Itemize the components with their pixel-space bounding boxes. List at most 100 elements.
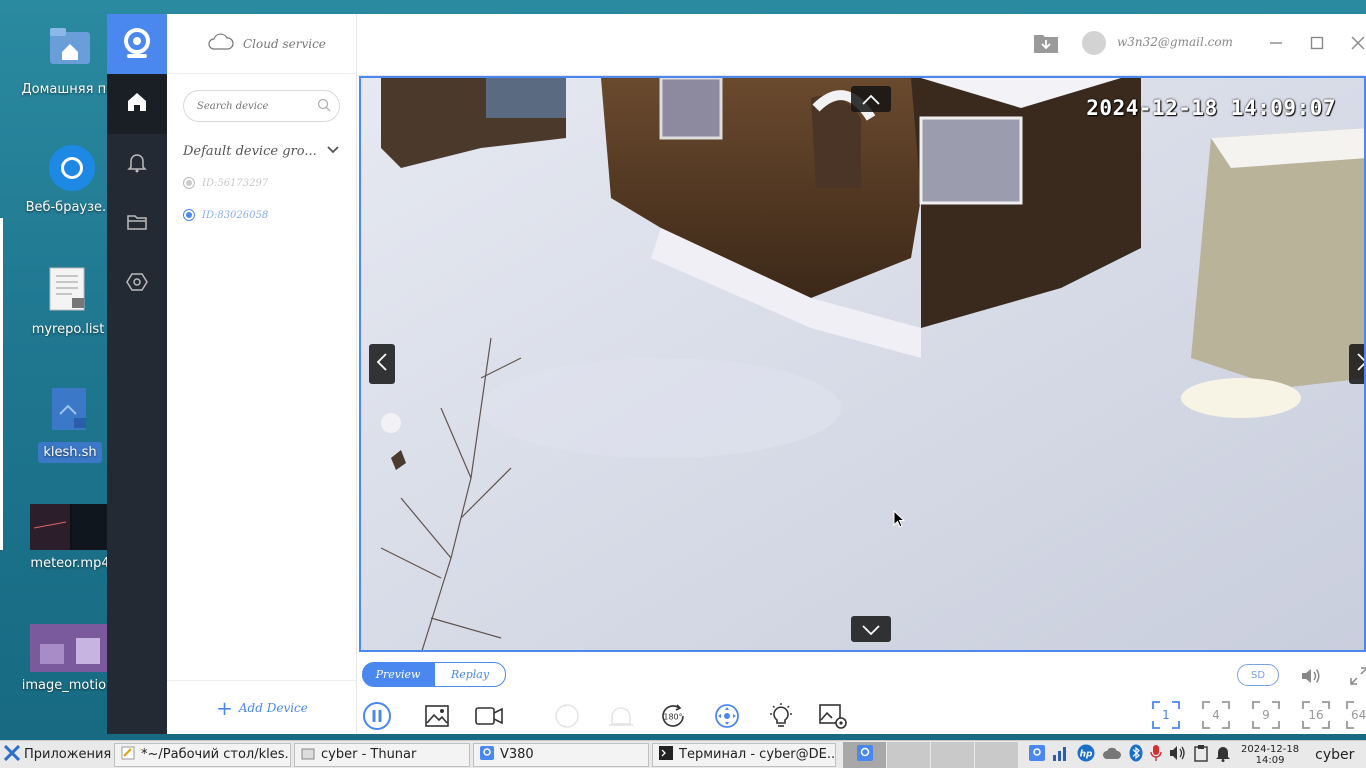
desktop-icon-browser[interactable]: Веб-браузе... bbox=[20, 144, 120, 215]
tab-replay[interactable]: Replay bbox=[434, 662, 506, 687]
talk-icon[interactable] bbox=[551, 700, 583, 732]
chevron-down-icon[interactable] bbox=[326, 144, 340, 159]
v380-app-icon bbox=[856, 744, 873, 765]
mouse-cursor-icon bbox=[893, 509, 906, 532]
minimize-icon bbox=[1269, 35, 1283, 54]
desktop-icon-myrepo[interactable]: myrepo.list bbox=[18, 266, 118, 337]
network-bars-icon[interactable] bbox=[1052, 745, 1070, 765]
desktop-icon-label: meteor.mp4 bbox=[30, 556, 110, 571]
light-bulb-icon[interactable] bbox=[765, 700, 797, 732]
search-icon[interactable] bbox=[317, 97, 331, 116]
maximize-button[interactable] bbox=[1305, 32, 1329, 56]
device-search[interactable] bbox=[183, 90, 340, 122]
close-button[interactable] bbox=[1346, 32, 1366, 56]
task-label: *~/Рабочий стол/kles... bbox=[141, 747, 291, 762]
clock-date: 2024-12-18 bbox=[1241, 743, 1300, 755]
locked-script-file-icon bbox=[48, 386, 92, 436]
search-input[interactable] bbox=[197, 100, 317, 112]
top-bar: w3n32@gmail.com bbox=[357, 14, 1366, 76]
xfce-logo-icon bbox=[3, 744, 21, 765]
workspace-2[interactable] bbox=[887, 741, 931, 768]
pan-up-button[interactable] bbox=[851, 86, 891, 112]
text-editor-icon bbox=[121, 746, 135, 764]
quality-toggle[interactable]: SD bbox=[1237, 664, 1279, 686]
taskbar: Приложения ⋮ *~/Рабочий стол/kles... cyb… bbox=[0, 740, 1366, 768]
device-group-header[interactable]: Default device gro... bbox=[167, 144, 356, 159]
cloud-sync-icon[interactable] bbox=[1102, 746, 1122, 764]
desktop-icon-image-motion[interactable]: image_motio... bbox=[20, 624, 120, 693]
v380-window: Cloud service Default device gro... ID:5… bbox=[107, 14, 1366, 734]
desktop-icon-home[interactable]: Домашняя п... bbox=[20, 26, 120, 97]
applications-menu[interactable]: Приложения ⋮ bbox=[0, 741, 128, 768]
tab-preview[interactable]: Preview bbox=[362, 662, 434, 687]
pan-down-button[interactable] bbox=[851, 616, 891, 642]
device-id: ID:83026058 bbox=[202, 209, 269, 221]
plus-icon: + bbox=[216, 695, 233, 720]
nav-files[interactable] bbox=[107, 194, 167, 254]
task-label: cyber - Thunar bbox=[321, 747, 417, 762]
split-9-button[interactable]: 9 bbox=[1251, 700, 1281, 730]
cloud-service-link[interactable]: Cloud service bbox=[167, 14, 356, 74]
applications-label: Приложения bbox=[24, 747, 112, 762]
record-icon[interactable] bbox=[473, 700, 505, 732]
split-frame-icon bbox=[1152, 701, 1180, 729]
split-1-button[interactable]: 1 bbox=[1151, 700, 1181, 730]
bell-icon bbox=[126, 151, 148, 177]
task-v380[interactable]: V380 bbox=[473, 742, 649, 767]
snapshot-icon[interactable] bbox=[421, 700, 453, 732]
maximize-icon bbox=[1310, 35, 1324, 54]
task-file-manager[interactable]: cyber - Thunar bbox=[294, 742, 470, 767]
locked-text-file-icon bbox=[46, 266, 90, 316]
split-64-button[interactable]: 64 bbox=[1345, 700, 1366, 730]
device-radio[interactable] bbox=[183, 177, 195, 189]
file-manager-icon bbox=[301, 746, 315, 764]
task-label: Терминал - cyber@DE... bbox=[679, 747, 836, 762]
chevron-down-icon bbox=[862, 620, 880, 639]
split-16-button[interactable]: 16 bbox=[1301, 700, 1331, 730]
microphone-icon[interactable] bbox=[1150, 744, 1162, 766]
alarm-icon[interactable] bbox=[605, 700, 637, 732]
app-logo[interactable] bbox=[107, 14, 167, 74]
camera-view[interactable]: 2024-12-18 14:09:07 bbox=[359, 76, 1366, 652]
clipboard-icon[interactable] bbox=[1194, 744, 1208, 766]
rotate-180-icon[interactable]: 180° bbox=[657, 700, 689, 732]
clock[interactable]: 2024-12-18 14:09 bbox=[1241, 744, 1299, 766]
v380-tray-icon[interactable] bbox=[1029, 744, 1045, 765]
workspace-1[interactable] bbox=[843, 741, 887, 768]
device-item-selected[interactable]: ID:83026058 bbox=[167, 209, 356, 221]
split-frame-icon bbox=[1252, 701, 1280, 729]
split-4-button[interactable]: 4 bbox=[1201, 700, 1231, 730]
desktop-icon-label: klesh.sh bbox=[38, 442, 102, 463]
pan-left-button[interactable] bbox=[369, 344, 395, 384]
nav-settings[interactable] bbox=[107, 254, 167, 314]
image-settings-icon[interactable] bbox=[817, 700, 849, 732]
nav-notifications[interactable] bbox=[107, 134, 167, 194]
speaker-icon[interactable] bbox=[1295, 660, 1327, 692]
hp-printer-icon[interactable]: hp bbox=[1077, 744, 1095, 766]
session-user[interactable]: cyber bbox=[1315, 747, 1354, 763]
task-terminal[interactable]: Терминал - cyber@DE... bbox=[652, 742, 836, 767]
workspace-4[interactable] bbox=[975, 741, 1019, 768]
minimize-button[interactable] bbox=[1264, 32, 1288, 56]
ptz-control-icon[interactable] bbox=[711, 700, 743, 732]
nav-home[interactable] bbox=[107, 74, 167, 134]
desktop-icon-label: image_motio... bbox=[21, 678, 119, 693]
workspace-3[interactable] bbox=[931, 741, 975, 768]
notification-bell-icon[interactable] bbox=[1215, 744, 1231, 766]
desktop-icon-klesh[interactable]: klesh.sh bbox=[20, 386, 120, 467]
download-folder-icon[interactable] bbox=[1033, 32, 1059, 58]
device-radio[interactable] bbox=[183, 209, 195, 221]
desktop-icon-meteor[interactable]: meteor.mp4 bbox=[20, 504, 120, 571]
volume-icon[interactable] bbox=[1169, 745, 1187, 765]
video-timestamp: 2024-12-18 14:09:07 bbox=[1086, 96, 1336, 120]
device-item[interactable]: ID:56173297 bbox=[167, 177, 356, 189]
bluetooth-icon[interactable] bbox=[1129, 744, 1143, 766]
home-icon bbox=[126, 91, 148, 117]
avatar[interactable] bbox=[1082, 31, 1106, 55]
task-text-editor[interactable]: *~/Рабочий стол/kles... bbox=[114, 742, 291, 767]
fullscreen-icon[interactable] bbox=[1343, 660, 1366, 692]
pause-button[interactable] bbox=[361, 700, 393, 732]
add-device-button[interactable]: + Add Device bbox=[167, 680, 357, 734]
v380-app-icon bbox=[480, 745, 494, 764]
pan-right-button[interactable] bbox=[1349, 344, 1364, 384]
